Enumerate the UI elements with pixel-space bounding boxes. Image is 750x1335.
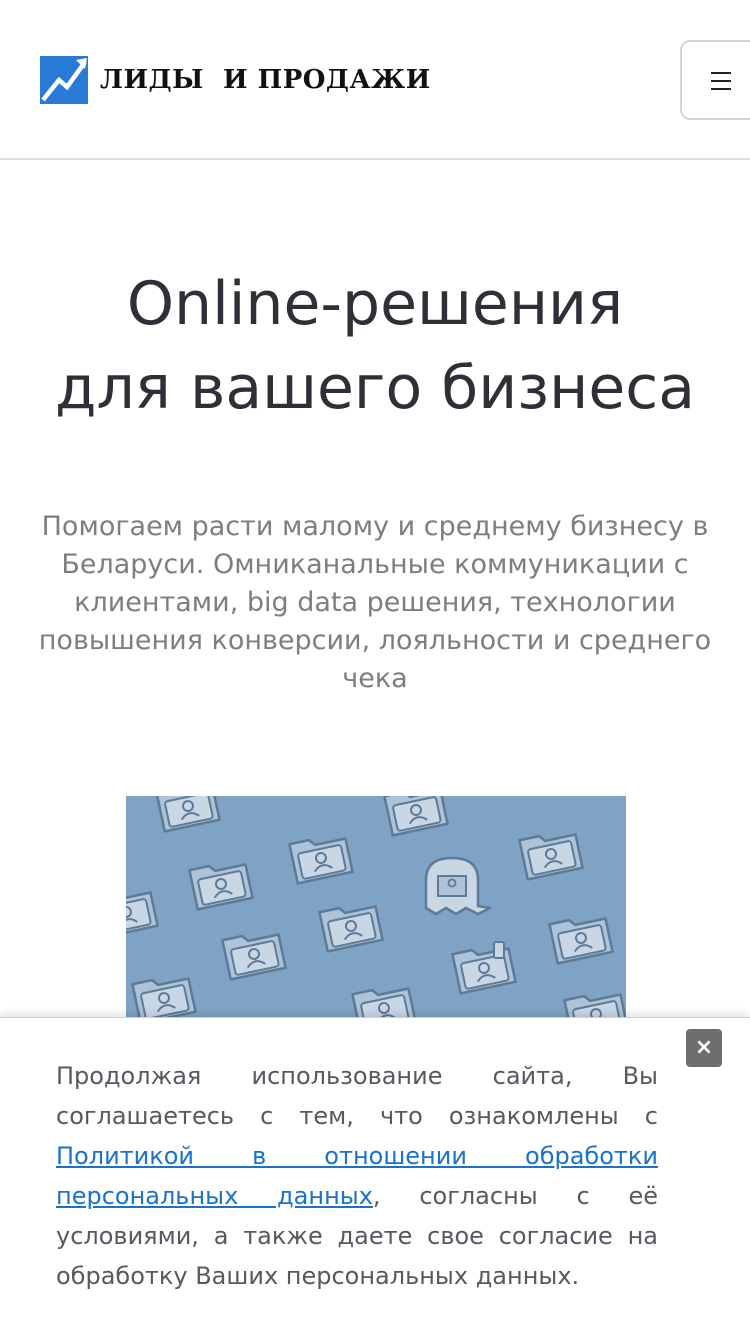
cookie-consent-banner: Продолжая использование сайта, Вы соглаш… — [0, 1017, 750, 1335]
site-header: ЛИДЫ И ПРОДАЖИ — [0, 0, 750, 160]
contact-folders-illustration — [126, 796, 626, 1026]
hamburger-menu-icon — [711, 72, 731, 74]
page-title: Online-решения для вашего бизнеса — [0, 262, 750, 430]
page-title-line-1: Online-решения — [126, 269, 624, 339]
cookie-consent-text: Продолжая использование сайта, Вы соглаш… — [56, 1062, 658, 1290]
close-icon: × — [694, 1035, 714, 1060]
site-logo[interactable]: ЛИДЫ И ПРОДАЖИ — [40, 56, 431, 104]
hero-subtitle: Помогаем расти малому и среднему бизнесу… — [38, 511, 712, 694]
logo-text: ЛИДЫ И ПРОДАЖИ — [100, 65, 431, 95]
menu-button[interactable] — [680, 40, 750, 120]
page-title-line-2: для вашего бизнеса — [54, 353, 696, 423]
chart-trend-icon — [40, 56, 88, 104]
close-cookie-button[interactable]: × — [686, 1029, 722, 1067]
